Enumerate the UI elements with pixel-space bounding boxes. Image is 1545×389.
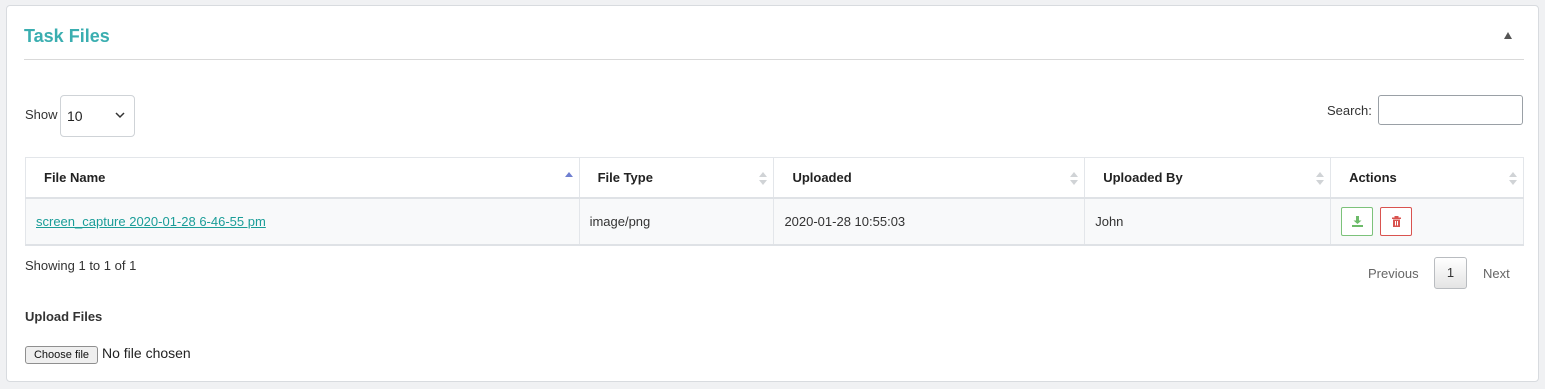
file-status: No file chosen (102, 345, 191, 361)
column-header-file-name[interactable]: File Name (25, 157, 580, 199)
table-info: Showing 1 to 1 of 1 (25, 258, 137, 273)
trash-icon (1391, 215, 1401, 227)
pagination-next[interactable]: Next (1483, 266, 1510, 281)
column-header-uploaded-by[interactable]: Uploaded By (1084, 157, 1332, 199)
cell-actions (1330, 197, 1524, 246)
upload-files-label: Upload Files (25, 309, 103, 324)
task-files-panel: Task Files Show 10 Search: File Name Fil… (6, 5, 1539, 382)
file-link[interactable]: screen_capture 2020-01-28 6-46-55 pm (36, 214, 266, 229)
files-table: File Name File Type Uploaded Uploaded By… (25, 157, 1524, 246)
table-row: screen_capture 2020-01-28 6-46-55 pm ima… (25, 197, 1524, 246)
download-button[interactable] (1341, 206, 1374, 236)
sort-icon (1070, 172, 1079, 185)
page-length-value: 10 (67, 108, 83, 124)
search-label: Search: (1327, 103, 1372, 118)
page-length-select[interactable]: 10 (60, 95, 135, 137)
sort-icon (1509, 172, 1517, 185)
delete-button[interactable] (1379, 206, 1412, 236)
sort-icon (759, 172, 768, 185)
cell-uploaded-by: John (1084, 197, 1332, 246)
chevron-down-icon (115, 112, 125, 119)
choose-file-button[interactable]: Choose file (25, 346, 98, 364)
cell-file-name: screen_capture 2020-01-28 6-46-55 pm (25, 197, 580, 246)
download-icon (1352, 215, 1364, 227)
search-input[interactable] (1378, 95, 1523, 125)
column-header-file-type[interactable]: File Type (578, 157, 775, 199)
column-header-actions[interactable]: Actions (1330, 157, 1524, 199)
panel-header: Task Files (24, 6, 1524, 60)
collapse-icon[interactable] (1504, 32, 1512, 39)
pagination-previous[interactable]: Previous (1368, 266, 1419, 281)
cell-uploaded: 2020-01-28 10:55:03 (773, 197, 1086, 246)
panel-title: Task Files (24, 26, 110, 46)
sort-ascending-icon (564, 172, 573, 177)
column-header-uploaded[interactable]: Uploaded (773, 157, 1086, 199)
sort-icon (1316, 172, 1325, 185)
table-header-row: File Name File Type Uploaded Uploaded By… (25, 157, 1524, 199)
pagination-page[interactable]: 1 (1434, 257, 1467, 289)
show-label: Show (25, 107, 58, 122)
cell-file-type: image/png (578, 197, 775, 246)
